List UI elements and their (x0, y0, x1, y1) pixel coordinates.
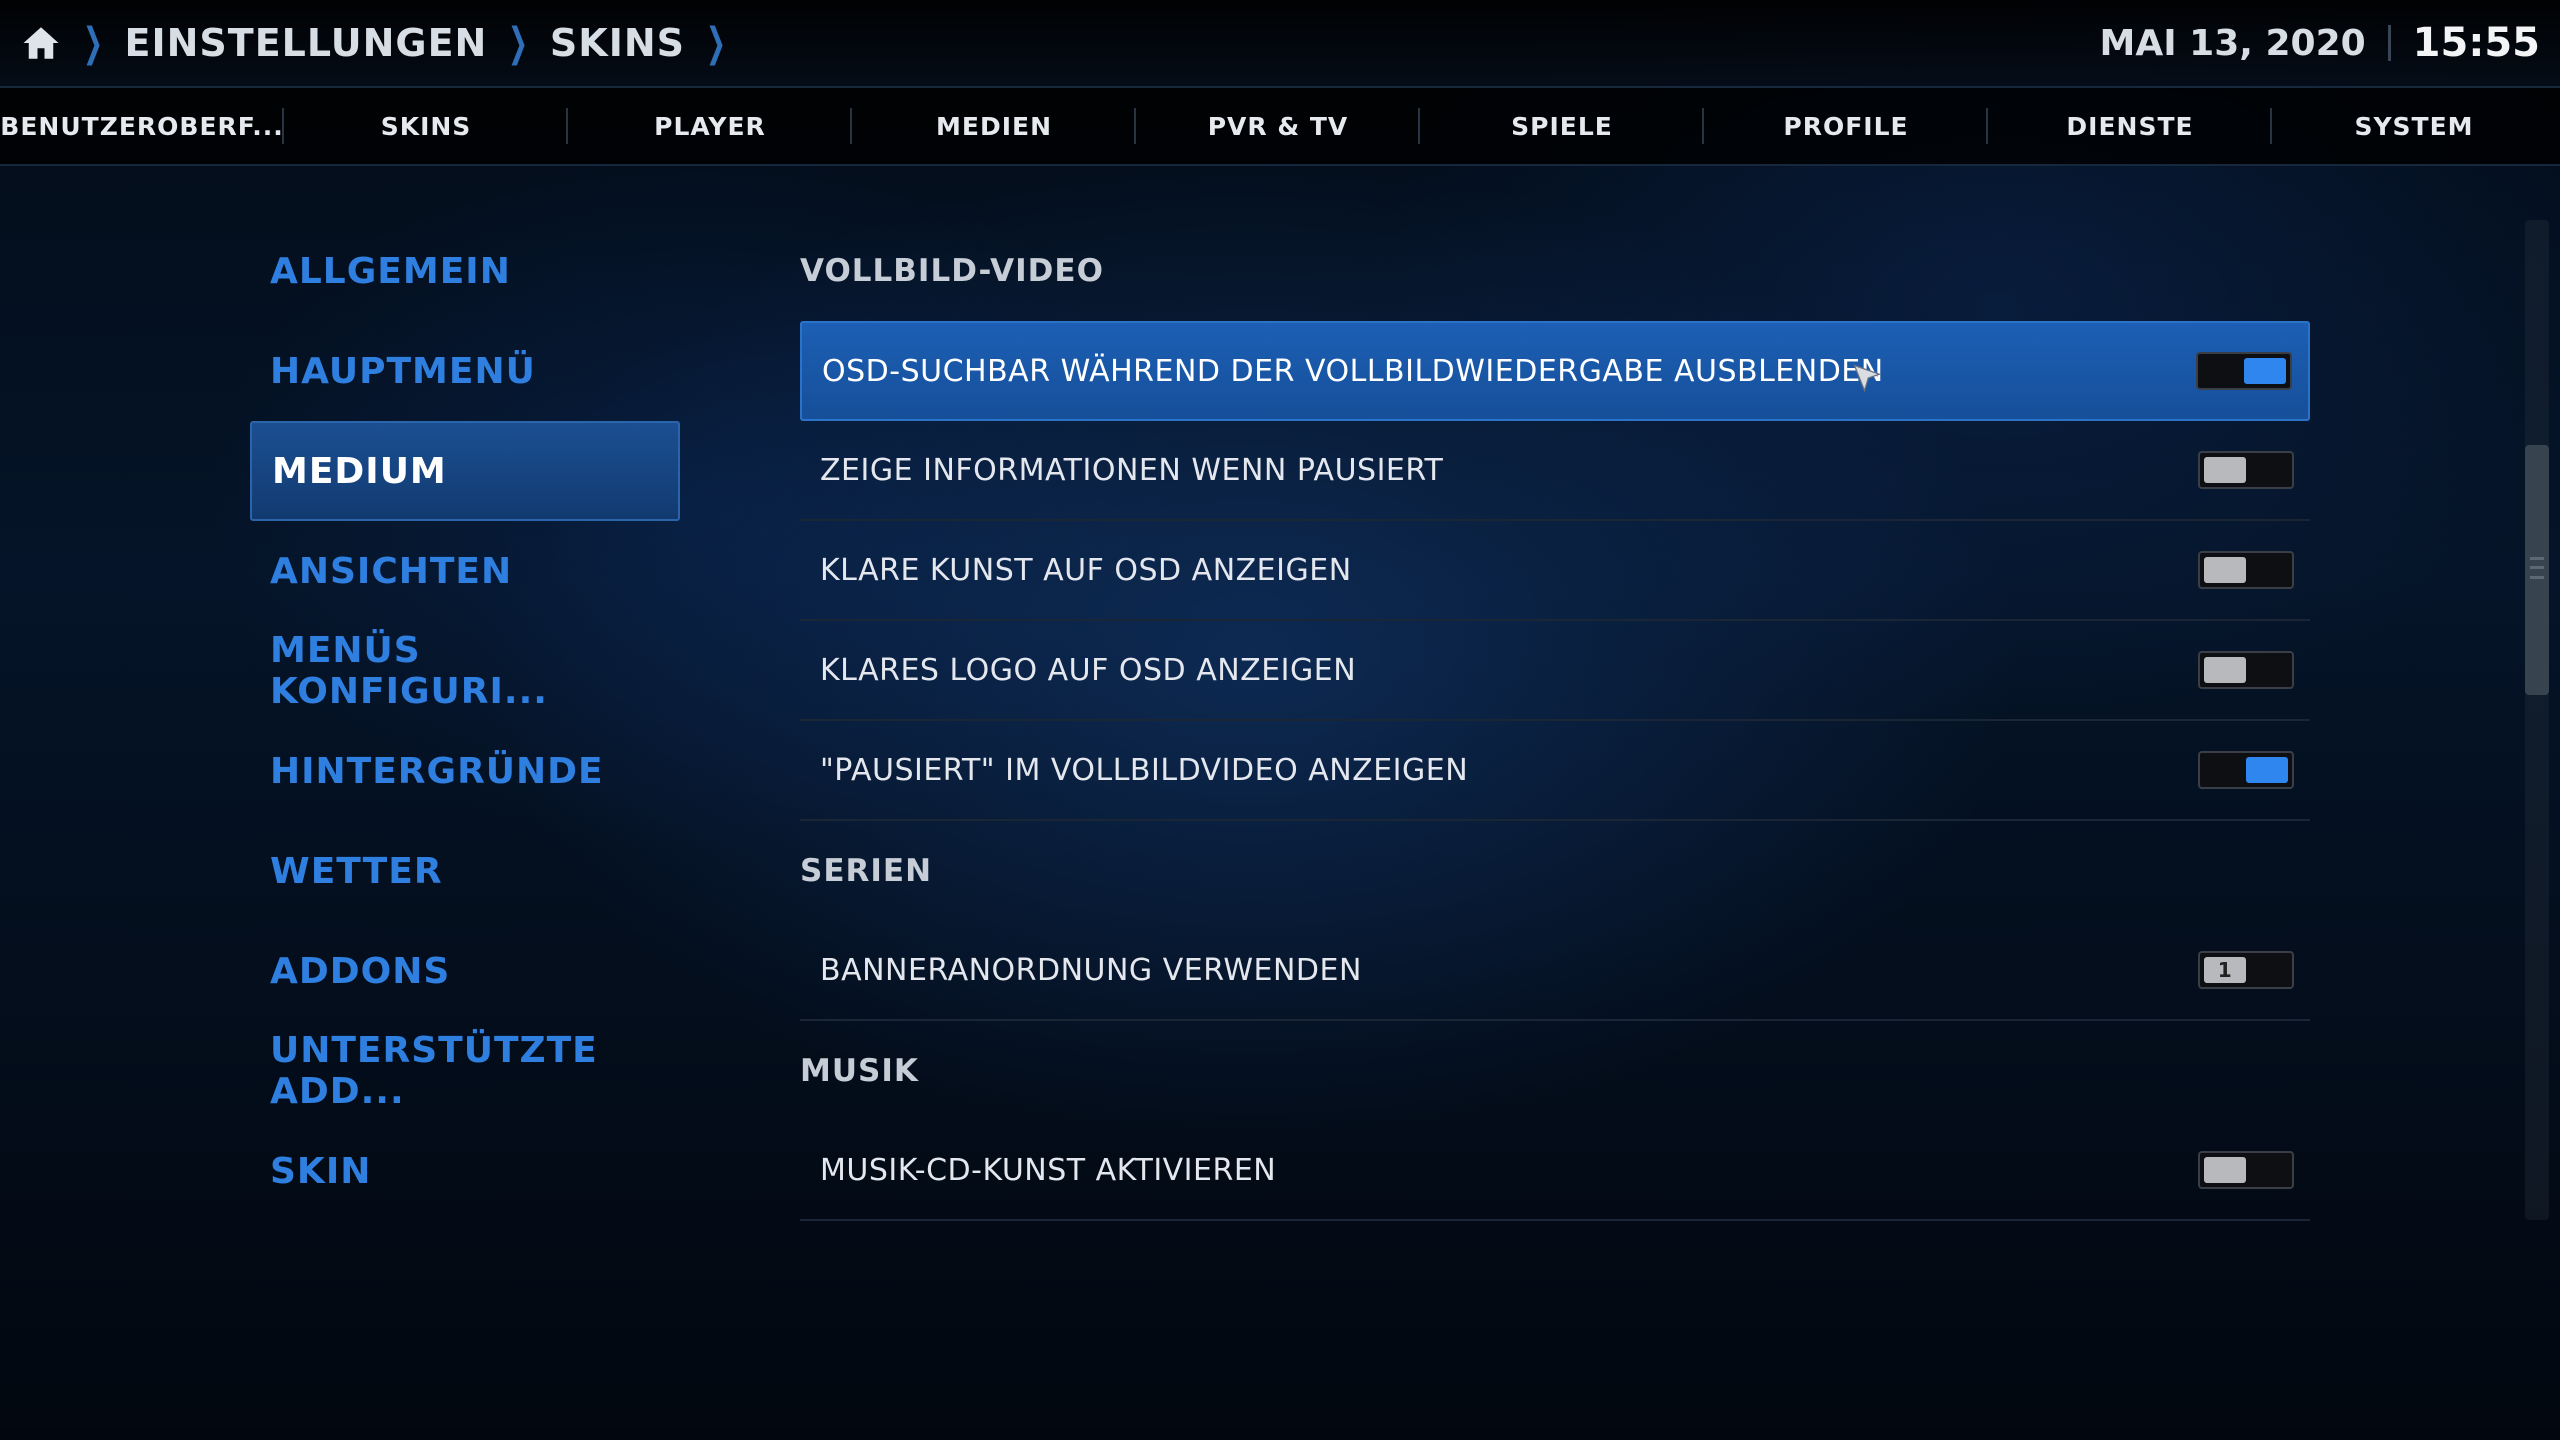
menu-item-supported-addons[interactable]: UNTERSTÜTZTE ADD... (250, 1021, 680, 1121)
toggle-switch[interactable] (2198, 751, 2294, 789)
mouse-cursor-icon (1853, 364, 1882, 393)
toggle-knob: 1 (2204, 957, 2246, 983)
scrollbar-thumb[interactable] (2525, 445, 2549, 695)
toggle-switch[interactable] (2196, 352, 2292, 390)
chevron-right-icon: ❯ (508, 20, 529, 66)
toggle-switch[interactable] (2198, 451, 2294, 489)
toggle-knob (2204, 657, 2246, 683)
toggle-knob (2204, 1157, 2246, 1183)
setting-row-show-info-paused[interactable]: ZEIGE INFORMATIONEN WENN PAUSIERT (800, 421, 2310, 521)
tab-system[interactable]: SYSTEM (2272, 88, 2556, 164)
setting-row-hide-osd-seekbar[interactable]: OSD-SUCHBAR WÄHREND DER VOLLBILDWIEDERGA… (800, 321, 2310, 421)
setting-label: KLARES LOGO AUF OSD ANZEIGEN (820, 652, 1357, 688)
chevron-right-icon: ❯ (82, 20, 104, 66)
menu-item-general[interactable]: ALLGEMEIN (250, 221, 680, 321)
breadcrumb-item-skins[interactable]: SKINS (550, 21, 685, 65)
toggle-knob (2204, 457, 2246, 483)
grip-icon (2530, 557, 2544, 579)
vertical-scrollbar[interactable] (2525, 220, 2549, 1220)
tab-player[interactable]: PLAYER (568, 88, 852, 164)
tab-games[interactable]: SPIELE (1420, 88, 1704, 164)
toggle-knob (2244, 358, 2286, 384)
toggle-switch[interactable]: 1 (2198, 951, 2294, 989)
setting-label: "PAUSIERT" IM VOLLBILDVIDEO ANZEIGEN (820, 752, 1469, 788)
menu-item-skin[interactable]: SKIN (250, 1121, 680, 1221)
setting-row-show-paused[interactable]: "PAUSIERT" IM VOLLBILDVIDEO ANZEIGEN (800, 721, 2310, 821)
setting-row-music-cdart[interactable]: MUSIK-CD-KUNST AKTIVIEREN (800, 1121, 2310, 1221)
tab-pvr-tv[interactable]: PVR & TV (1136, 88, 1420, 164)
setting-row-banner-layout[interactable]: BANNERANORDNUNG VERWENDEN 1 (800, 921, 2310, 1021)
breadcrumb-item-settings[interactable]: EINSTELLUNGEN (125, 21, 488, 65)
toggle-switch[interactable] (2198, 551, 2294, 589)
menu-item-views[interactable]: ANSICHTEN (250, 521, 680, 621)
section-heading-fullscreen-video: VOLLBILD-VIDEO (800, 253, 1104, 289)
setting-row-clearart-osd[interactable]: KLARE KUNST AUF OSD ANZEIGEN (800, 521, 2310, 621)
category-tabs: BENUTZEROBERF... SKINS PLAYER MEDIEN PVR… (0, 88, 2560, 166)
breadcrumb: ❯ EINSTELLUNGEN ❯ SKINS ❯ (20, 0, 734, 86)
kodi-settings-screen: ❯ EINSTELLUNGEN ❯ SKINS ❯ MAI 13, 2020 1… (0, 0, 2560, 1440)
menu-item-backgrounds[interactable]: HINTERGRÜNDE (250, 721, 680, 821)
section-heading-music: MUSIK (800, 1053, 919, 1089)
menu-item-main-menu[interactable]: HAUPTMENÜ (250, 321, 680, 421)
menu-item-addons[interactable]: ADDONS (250, 921, 680, 1021)
clock-divider (2387, 25, 2391, 61)
section-heading-series: SERIEN (800, 853, 933, 889)
setting-label: BANNERANORDNUNG VERWENDEN (820, 952, 1362, 988)
tab-profiles[interactable]: PROFILE (1704, 88, 1988, 164)
toggle-knob-label: 1 (2217, 958, 2233, 982)
menu-item-medium[interactable]: MEDIUM (250, 421, 680, 521)
tab-interface[interactable]: BENUTZEROBERF... (0, 88, 284, 164)
setting-label: MUSIK-CD-KUNST AKTIVIEREN (820, 1152, 1277, 1188)
tab-media[interactable]: MEDIEN (852, 88, 1136, 164)
chevron-right-icon: ❯ (705, 20, 727, 66)
time-label: 15:55 (2412, 20, 2540, 66)
toggle-knob (2246, 757, 2288, 783)
setting-label: OSD-SUCHBAR WÄHREND DER VOLLBILDWIEDERGA… (822, 353, 1884, 389)
toggle-switch[interactable] (2198, 651, 2294, 689)
clock: MAI 13, 2020 15:55 (2100, 0, 2540, 86)
date-label: MAI 13, 2020 (2099, 22, 2366, 64)
menu-item-weather[interactable]: WETTER (250, 821, 680, 921)
setting-label: ZEIGE INFORMATIONEN WENN PAUSIERT (820, 452, 1444, 488)
settings-category-menu: ALLGEMEIN HAUPTMENÜ MEDIUM ANSICHTEN MEN… (250, 221, 680, 1221)
toggle-switch[interactable] (2198, 1151, 2294, 1189)
tab-skins[interactable]: SKINS (284, 88, 568, 164)
settings-list: VOLLBILD-VIDEO OSD-SUCHBAR WÄHREND DER V… (800, 221, 2310, 1221)
menu-item-configure-menus[interactable]: MENÜS KONFIGURI... (250, 621, 680, 721)
tab-services[interactable]: DIENSTE (1988, 88, 2272, 164)
setting-row-clearlogo-osd[interactable]: KLARES LOGO AUF OSD ANZEIGEN (800, 621, 2310, 721)
setting-label: KLARE KUNST AUF OSD ANZEIGEN (820, 552, 1352, 588)
toggle-knob (2204, 557, 2246, 583)
top-bar: ❯ EINSTELLUNGEN ❯ SKINS ❯ MAI 13, 2020 1… (0, 0, 2560, 88)
home-icon[interactable] (20, 22, 62, 64)
